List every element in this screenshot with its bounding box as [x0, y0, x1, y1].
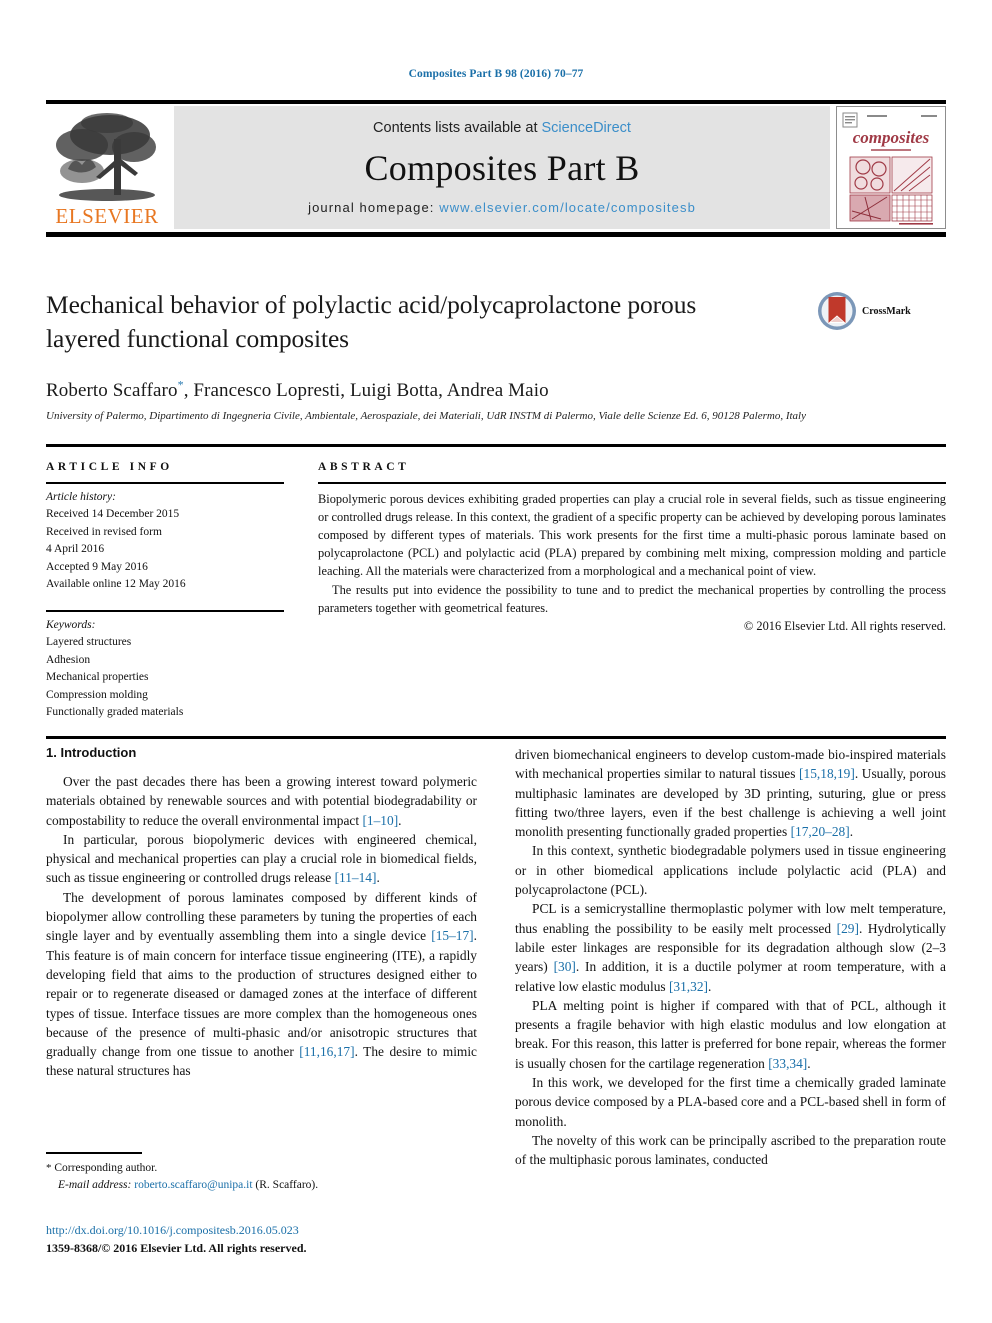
crossmark-label: CrossMark: [862, 305, 911, 317]
journal-homepage-line: journal homepage: www.elsevier.com/locat…: [308, 200, 696, 215]
elsevier-tree-icon: [56, 113, 156, 201]
info-abstract-bottom-rule: [46, 735, 946, 739]
author-list: Roberto Scaffaro*, Francesco Lopresti, L…: [46, 377, 946, 401]
paragraph: PLA melting point is higher if compared …: [515, 997, 946, 1071]
crossmark-badge[interactable]: CrossMark: [816, 288, 936, 334]
abstract-copyright: © 2016 Elsevier Ltd. All rights reserved…: [743, 618, 946, 633]
corresponding-marker: *: [177, 377, 184, 392]
body-column-left: 1. Introduction Over the past decades th…: [46, 745, 477, 1170]
paragraph: Over the past decades there has been a g…: [46, 774, 477, 828]
body-columns: 1. Introduction Over the past decades th…: [46, 745, 946, 1170]
journal-homepage-link[interactable]: www.elsevier.com/locate/compositesb: [439, 200, 696, 215]
journal-cover-thumbnail: composites: [836, 106, 946, 229]
cover-artwork: composites: [837, 107, 945, 228]
paragraph: In this work, we developed for the first…: [515, 1075, 946, 1129]
introduction-left-text: Over the past decades there has been a g…: [46, 772, 477, 1081]
paper-page: Composites Part B 98 (2016) 70–77 ELSEVI…: [0, 0, 992, 1323]
keyword-item: Layered structures: [46, 636, 132, 649]
abstract-paragraph: The results put into evidence the possib…: [318, 582, 946, 615]
contents-lists-line: Contents lists available at ScienceDirec…: [373, 120, 631, 136]
abstract-body: Biopolymeric porous devices exhibiting g…: [318, 490, 946, 617]
elsevier-logo: ELSEVIER: [46, 106, 168, 229]
paragraph: In particular, porous biopolymeric devic…: [46, 831, 477, 886]
introduction-right-text: driven biomechanical engineers to develo…: [515, 745, 946, 1170]
article-history: Article history: Received 14 December 20…: [46, 489, 284, 594]
footnote-rule: [46, 1152, 142, 1154]
doi-link[interactable]: http://dx.doi.org/10.1016/j.compositesb.…: [46, 1222, 506, 1239]
article-history-label: Article history:: [46, 491, 116, 503]
title-block: Mechanical behavior of polylactic acid/p…: [46, 288, 946, 424]
keywords-label: Keywords:: [46, 618, 96, 631]
article-info-column: ARTICLE INFO Article history: Received 1…: [46, 461, 284, 722]
paragraph: In this context, synthetic biodegradable…: [515, 843, 946, 898]
history-item: Accepted 9 May 2016: [46, 560, 148, 573]
paragraph: PCL is a semicrystalline thermoplastic p…: [515, 901, 946, 994]
info-abstract-top-rule: [46, 444, 946, 447]
paragraph: driven biomechanical engineers to develo…: [515, 747, 946, 840]
abstract-column: ABSTRACT Biopolymeric porous devices exh…: [318, 461, 946, 722]
running-head: Composites Part B 98 (2016) 70–77: [408, 68, 584, 80]
masthead-center-band: Contents lists available at ScienceDirec…: [174, 106, 830, 229]
corresponding-author-text: Corresponding author.: [54, 1161, 158, 1174]
footnote-block: * Corresponding author. E-mail address: …: [46, 1152, 477, 1194]
contents-prefix: Contents lists available at: [373, 120, 542, 136]
section-heading-introduction: 1. Introduction: [46, 745, 137, 760]
keywords-rule: [46, 609, 284, 612]
abstract-rule: [318, 482, 946, 484]
journal-title: Composites Part B: [364, 148, 640, 188]
article-info-rule: [46, 482, 284, 484]
author-names: Roberto Scaffaro*, Francesco Lopresti, L…: [46, 377, 549, 401]
journal-masthead: ELSEVIER Contents lists available at Sci…: [46, 100, 946, 237]
elsevier-wordmark: ELSEVIER: [55, 204, 159, 228]
masthead-bottom-rule: [46, 232, 946, 237]
history-item: Received 14 December 2015: [46, 508, 180, 521]
abstract-heading: ABSTRACT: [318, 461, 410, 473]
history-item: Available online 12 May 2016: [46, 578, 186, 591]
info-abstract-section: ARTICLE INFO Article history: Received 1…: [46, 444, 946, 739]
keyword-item: Adhesion: [46, 653, 91, 666]
affiliation: University of Palermo, Dipartimento di I…: [46, 409, 806, 422]
email-link[interactable]: roberto.scaffaro@unipa.it: [134, 1179, 252, 1191]
history-item: 4 April 2016: [46, 543, 105, 556]
page-title: Mechanical behavior of polylactic acid/p…: [46, 290, 697, 353]
paragraph: The development of porous laminates comp…: [46, 889, 477, 1079]
issn-copyright-line: 1359-8368/© 2016 Elsevier Ltd. All right…: [46, 1241, 307, 1256]
asterisk-icon: *: [46, 1161, 52, 1174]
email-label: E-mail address:: [58, 1178, 132, 1191]
email-note: E-mail address: roberto.scaffaro@unipa.i…: [46, 1177, 477, 1194]
keywords-list: Keywords: Layered structures Adhesion Me…: [46, 617, 284, 722]
article-info-heading: ARTICLE INFO: [46, 461, 173, 473]
svg-text:composites: composites: [853, 128, 930, 147]
keyword-item: Functionally graded materials: [46, 706, 184, 719]
corresponding-author-note: * Corresponding author.: [46, 1160, 477, 1177]
keyword-item: Mechanical properties: [46, 671, 149, 684]
masthead-top-rule: [46, 100, 946, 104]
paragraph: The novelty of this work can be principa…: [515, 1132, 946, 1168]
sciencedirect-link[interactable]: ScienceDirect: [542, 120, 631, 136]
crossmark-icon: [818, 292, 856, 330]
abstract-paragraph: Biopolymeric porous devices exhibiting g…: [318, 492, 946, 579]
homepage-prefix: journal homepage:: [308, 200, 440, 215]
doi-block: http://dx.doi.org/10.1016/j.compositesb.…: [46, 1222, 506, 1257]
keyword-item: Compression molding: [46, 688, 148, 701]
history-item: Received in revised form: [46, 525, 162, 538]
email-owner: (R. Scaffaro).: [255, 1178, 319, 1191]
body-column-right: driven biomechanical engineers to develo…: [515, 745, 946, 1170]
